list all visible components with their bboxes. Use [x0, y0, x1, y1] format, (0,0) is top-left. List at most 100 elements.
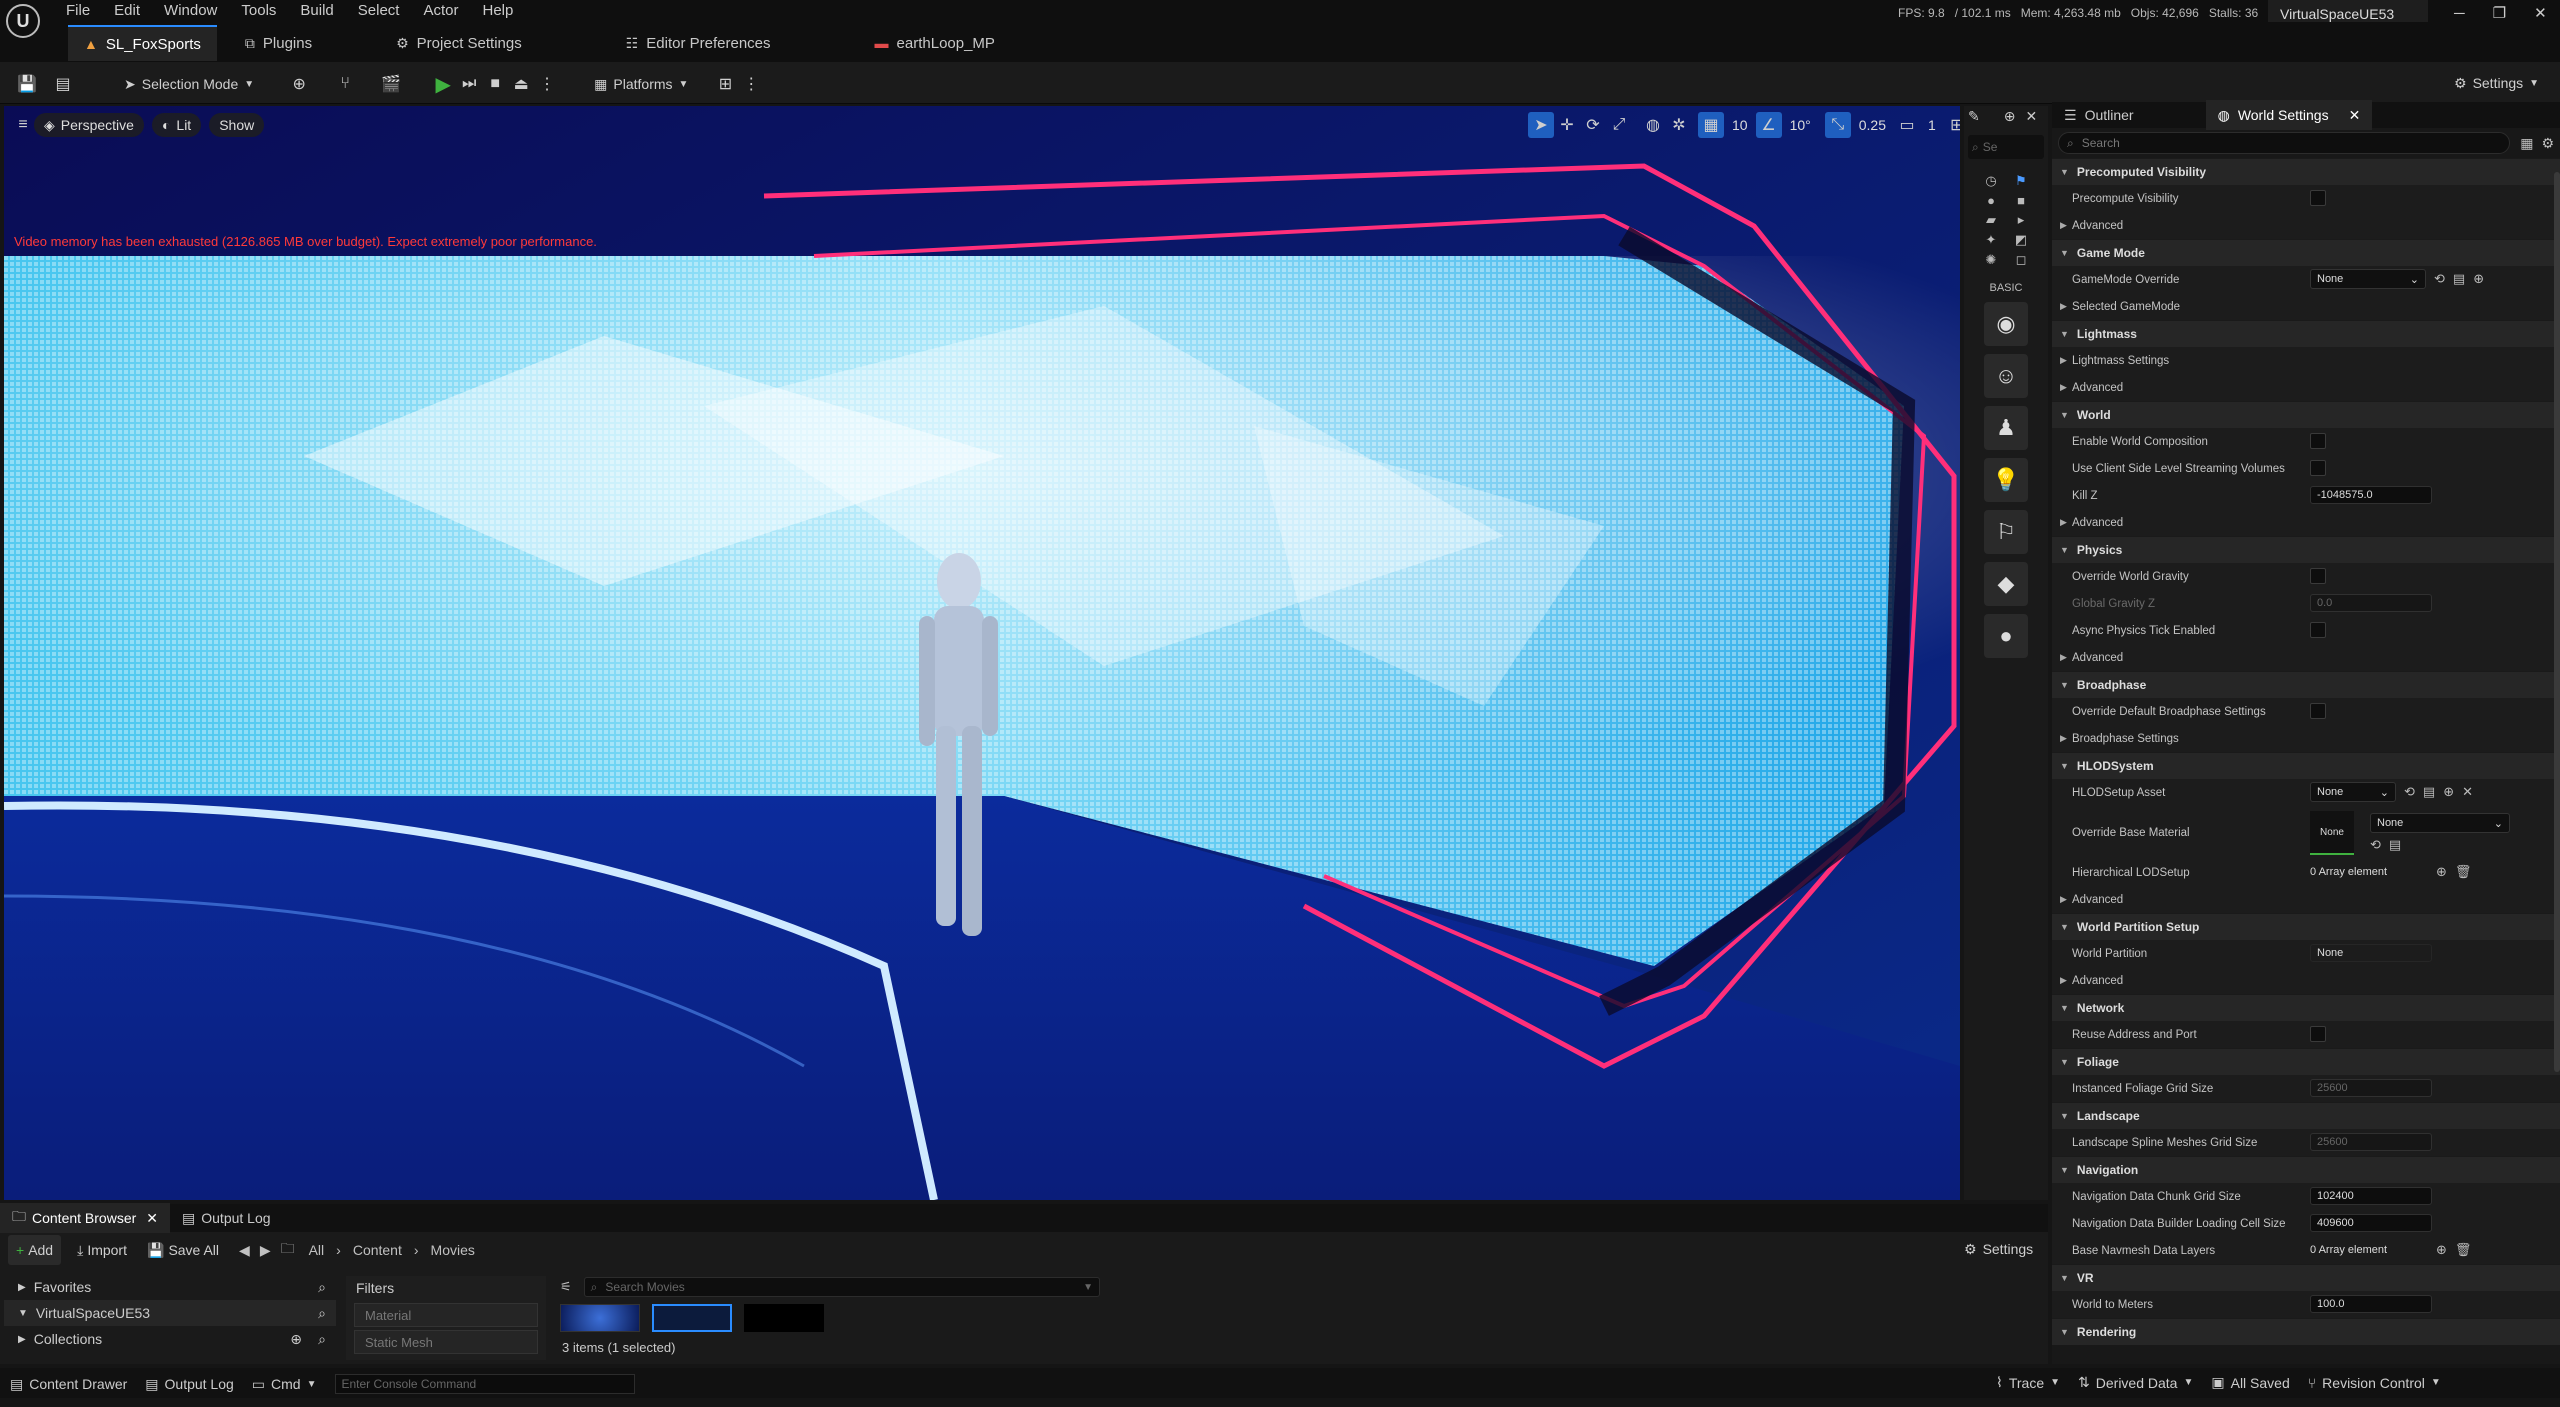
filter-static-mesh[interactable]: Static Mesh [354, 1330, 538, 1354]
content-drawer-button[interactable]: ▤ Content Drawer [10, 1376, 127, 1393]
number-input[interactable]: 25600 [2310, 1133, 2432, 1151]
details-search-input[interactable]: Search [2082, 136, 2120, 150]
grid-snap-icon[interactable]: ▦ [1698, 112, 1724, 138]
volumes-icon[interactable]: ◩ [2008, 232, 2034, 248]
browse-icon[interactable]: ▤ [2389, 837, 2401, 853]
add-icon[interactable]: ⊕ [2443, 784, 2454, 800]
rotation-snap-value[interactable]: 10° [1790, 117, 1811, 133]
search-icon[interactable]: ⌕ [318, 1331, 326, 1348]
advanced-row[interactable]: ▶ Advanced [2052, 212, 2560, 239]
browse-icon[interactable]: ▤ [2423, 784, 2435, 800]
details-section[interactable]: ▼ VR [2052, 1264, 2560, 1291]
surface-snap-icon[interactable]: ✲ [1666, 112, 1692, 138]
tab-plugins[interactable]: ⧉ Plugins [229, 25, 328, 61]
number-input[interactable]: 102400 [2310, 1187, 2432, 1205]
material-thumbnail[interactable]: None [2310, 811, 2354, 855]
place-icon[interactable]: ⊕ [2004, 108, 2016, 125]
trace-button[interactable]: ⌇ Trace ▼ [1996, 1374, 2060, 1391]
advanced-row[interactable]: ▶ Advanced [2052, 886, 2560, 913]
rotation-snap-icon[interactable]: ∠ [1755, 112, 1782, 138]
empty-pawn-icon[interactable]: ♟ [1984, 406, 2028, 450]
save-all-button[interactable]: 💾 Save All [139, 1235, 227, 1265]
details-section[interactable]: ▼ Physics [2052, 536, 2560, 563]
checkbox[interactable] [2310, 190, 2326, 206]
advanced-row[interactable]: ▶ Advanced [2052, 644, 2560, 671]
select-tool-icon[interactable]: ➤ [1528, 112, 1554, 138]
checkbox[interactable] [2310, 460, 2326, 476]
lit-button[interactable]: ◐ Lit [151, 113, 202, 137]
revision-icon[interactable]: ⊞ [712, 71, 738, 97]
shapes-icon[interactable]: ■ [2008, 193, 2034, 208]
advanced-row[interactable]: ▶ Advanced [2052, 509, 2560, 536]
advanced-row[interactable]: ▶ Selected GameMode [2052, 293, 2560, 320]
checkbox[interactable] [2310, 622, 2326, 638]
details-section[interactable]: ▼ Broadphase [2052, 671, 2560, 698]
menu-build[interactable]: Build [300, 2, 333, 19]
add-collection-icon[interactable]: ⊕ [290, 1331, 302, 1348]
menu-window[interactable]: Window [164, 2, 217, 19]
play-icon[interactable]: ▶ [430, 71, 456, 97]
tab-project-settings[interactable]: ⚙ Project Settings [380, 25, 538, 61]
advanced-row[interactable]: ▶ Advanced [2052, 374, 2560, 401]
add-button[interactable]: + Add [8, 1235, 62, 1265]
platforms-button[interactable]: ▦ Platforms ▼ [586, 69, 696, 99]
revision-control-button[interactable]: ⑂ Revision Control ▼ [2308, 1375, 2441, 1391]
world-local-icon[interactable]: ◍ [1640, 112, 1666, 138]
scale-snap-value[interactable]: 0.25 [1859, 117, 1886, 133]
use-selected-icon[interactable]: ⟲ [2370, 837, 2381, 853]
all-classes-icon[interactable]: ✺ [1978, 252, 2004, 268]
checkbox[interactable] [2310, 568, 2326, 584]
cinematics-icon[interactable]: 🎬 [378, 71, 404, 97]
tab-editor-preferences[interactable]: ☷ Editor Preferences [610, 25, 787, 61]
breadcrumb-movies[interactable]: Movies [431, 1242, 475, 1258]
delete-icon[interactable]: 🗑 [2455, 864, 2472, 880]
filter-icon[interactable]: ⚟ [560, 1279, 572, 1295]
advanced-row[interactable]: ▶ Advanced [2052, 967, 2560, 994]
eject-icon[interactable]: ⏏ [508, 71, 534, 97]
import-button[interactable]: ⤓ Import [69, 1235, 135, 1265]
visual-effects-icon[interactable]: ▸ [2008, 212, 2034, 228]
modes-search-input[interactable]: Se [1983, 140, 1998, 154]
details-section[interactable]: ▼ Lightmass [2052, 320, 2560, 347]
browse-icon[interactable]: ▤ [50, 71, 76, 97]
menu-help[interactable]: Help [483, 2, 514, 19]
output-log-button[interactable]: ▤ Output Log [145, 1376, 234, 1393]
forward-icon[interactable]: ▶ [260, 1242, 271, 1259]
add-element-icon[interactable]: ⊕ [2436, 1242, 2447, 1258]
filter-material[interactable]: Material [354, 1303, 538, 1327]
use-selected-icon[interactable]: ⟲ [2404, 784, 2415, 800]
cube-icon[interactable]: ◆ [1984, 562, 2028, 606]
breadcrumb-content[interactable]: Content [353, 1242, 402, 1258]
details-section[interactable]: ▼ Precomputed Visibility [2052, 158, 2560, 185]
all-saved-button[interactable]: ▣ All Saved [2211, 1374, 2289, 1391]
scale-tool-icon[interactable]: ⤢ [1606, 112, 1632, 138]
advanced-row[interactable]: ▶ Lightmass Settings [2052, 347, 2560, 374]
checkbox[interactable] [2310, 433, 2326, 449]
settings-button[interactable]: ⚙ Settings ▼ [2446, 68, 2547, 98]
scale-snap-icon[interactable]: ⤡ [1824, 112, 1851, 138]
rotate-tool-icon[interactable]: ⟳ [1580, 112, 1606, 138]
breadcrumb-all[interactable]: All [309, 1242, 325, 1258]
close-window-icon[interactable]: ✕ [2534, 4, 2547, 22]
tab-output-log[interactable]: ▤ Output Log [170, 1203, 283, 1233]
dropdown[interactable]: None ⌄ [2310, 782, 2396, 802]
details-section[interactable]: ▼ Rendering [2052, 1318, 2560, 1345]
pencil-icon[interactable]: ✎ [1968, 108, 1980, 125]
perspective-button[interactable]: ◈ Perspective [34, 113, 144, 137]
number-input[interactable]: 409600 [2310, 1214, 2432, 1232]
hamburger-icon[interactable]: ≡ [12, 112, 34, 138]
move-tool-icon[interactable]: ✛ [1554, 112, 1580, 138]
menu-select[interactable]: Select [358, 2, 400, 19]
details-section[interactable]: ▼ Game Mode [2052, 239, 2560, 266]
step-icon[interactable]: ⏭ [456, 71, 482, 97]
point-light-icon[interactable]: 💡 [1984, 458, 2028, 502]
search-icon[interactable]: ⌕ [318, 1305, 326, 1322]
cb-settings-button[interactable]: ⚙ Settings [1956, 1234, 2041, 1264]
lights-icon[interactable]: ● [1978, 193, 2004, 208]
player-start-icon[interactable]: ⚐ [1984, 510, 2028, 554]
selection-mode-button[interactable]: ➤ Selection Mode ▼ [116, 69, 262, 99]
number-input[interactable]: 100.0 [2310, 1295, 2432, 1313]
delete-icon[interactable]: 🗑 [2455, 1242, 2472, 1258]
actors-icon[interactable]: ◻ [2008, 252, 2034, 268]
details-section[interactable]: ▼ Foliage [2052, 1048, 2560, 1075]
